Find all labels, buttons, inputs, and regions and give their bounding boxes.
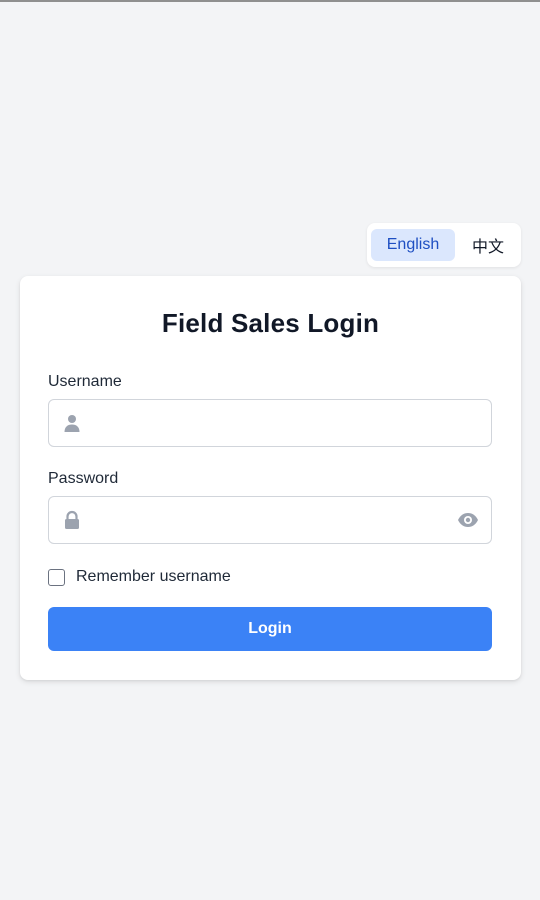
password-field: [48, 496, 492, 544]
remember-checkbox[interactable]: [48, 568, 65, 586]
remember-label[interactable]: Remember username: [76, 568, 231, 586]
username-field: [48, 399, 492, 447]
language-option-english[interactable]: English: [371, 229, 455, 261]
username-label: Username: [48, 373, 122, 390]
password-label: Password: [48, 470, 119, 487]
login-card: Field Sales Login Username Password Reme…: [20, 276, 521, 680]
language-switch: English 中文: [367, 223, 521, 267]
remember-row: Remember username: [48, 566, 231, 588]
user-icon: [62, 413, 82, 433]
eye-icon[interactable]: [457, 510, 479, 530]
username-input[interactable]: [89, 400, 449, 446]
page-title: Field Sales Login: [161, 308, 380, 338]
lock-icon: [62, 510, 82, 530]
language-option-chinese[interactable]: 中文: [459, 229, 517, 261]
login-button[interactable]: Login: [48, 607, 492, 651]
password-input[interactable]: [89, 497, 449, 543]
